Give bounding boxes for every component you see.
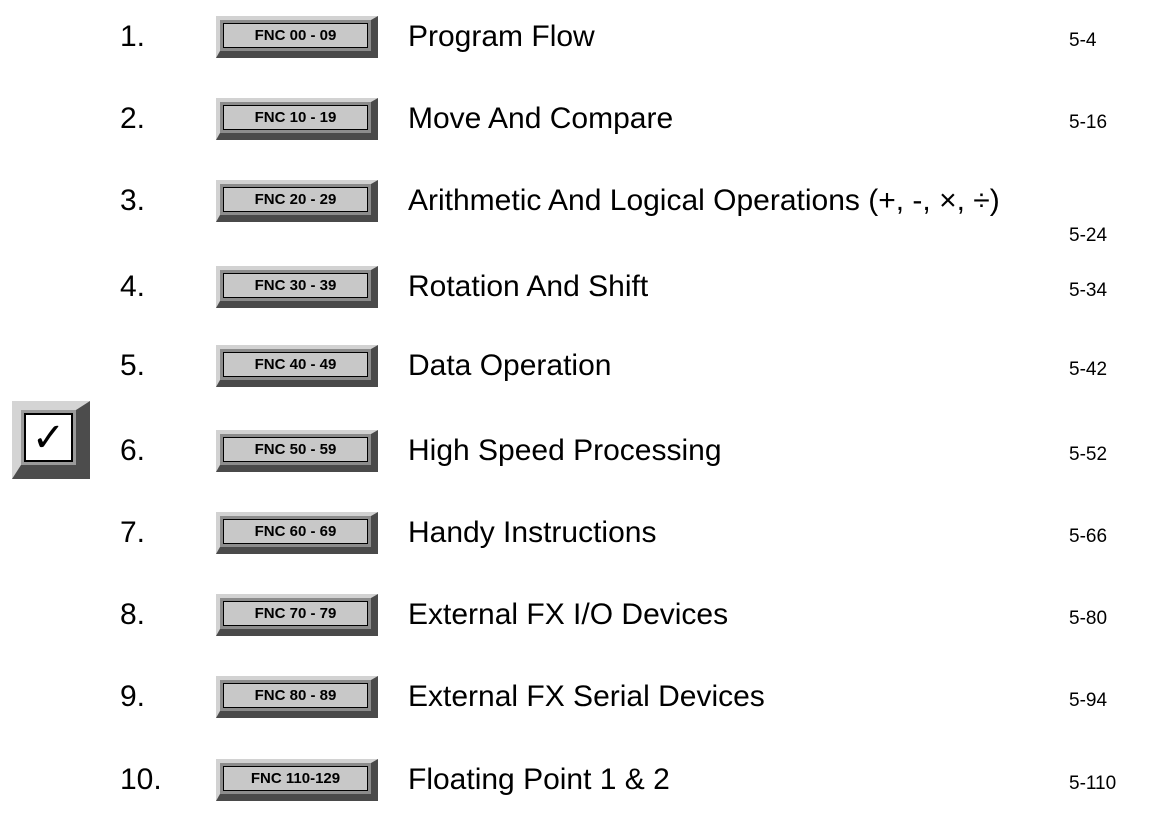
list-item: 1. FNC 00 - 09 Program Flow 5-4 — [0, 14, 1151, 74]
page-number: 5-52 — [1069, 444, 1108, 465]
list-item: 9. FNC 80 - 89 External FX Serial Device… — [0, 674, 1151, 734]
page-number: 5-16 — [1069, 112, 1108, 133]
fnc-range-label: FNC 00 - 09 — [223, 23, 368, 48]
list-item: 2. FNC 10 - 19 Move And Compare 5-16 — [0, 96, 1151, 156]
item-title[interactable]: Floating Point 1 & 2 — [408, 763, 670, 797]
fnc-range-label: FNC 30 - 39 — [223, 273, 368, 298]
fnc-range-button[interactable]: FNC 80 - 89 — [216, 676, 378, 718]
page-number: 5-110 — [1069, 773, 1117, 794]
fnc-range-label: FNC 60 - 69 — [223, 519, 368, 544]
item-title[interactable]: Program Flow — [408, 20, 595, 54]
item-title[interactable]: Arithmetic And Logical Operations (+, -,… — [408, 184, 1000, 218]
item-title[interactable]: Handy Instructions — [408, 516, 656, 550]
item-title[interactable]: Move And Compare — [408, 102, 673, 136]
fnc-range-button[interactable]: FNC 110-129 — [216, 759, 378, 801]
fnc-range-label: FNC 70 - 79 — [223, 601, 368, 626]
fnc-range-button[interactable]: FNC 70 - 79 — [216, 594, 378, 636]
list-item: 10. FNC 110-129 Floating Point 1 & 2 5-1… — [0, 757, 1151, 817]
fnc-range-label: FNC 10 - 19 — [223, 105, 368, 130]
item-title[interactable]: Data Operation — [408, 349, 611, 383]
page-number: 5-66 — [1069, 526, 1108, 547]
item-number: 7. — [120, 516, 146, 549]
fnc-range-button[interactable]: FNC 40 - 49 — [216, 345, 378, 387]
list-item: 6. FNC 50 - 59 High Speed Processing 5-5… — [0, 428, 1151, 488]
item-number: 4. — [120, 270, 146, 303]
fnc-range-button[interactable]: FNC 30 - 39 — [216, 266, 378, 308]
fnc-range-button[interactable]: FNC 20 - 29 — [216, 180, 378, 222]
page-number: 5-94 — [1069, 690, 1108, 711]
item-number: 1. — [120, 20, 146, 53]
fnc-range-label: FNC 80 - 89 — [223, 683, 368, 708]
item-number: 9. — [120, 680, 146, 713]
list-item: 7. FNC 60 - 69 Handy Instructions 5-66 — [0, 510, 1151, 570]
list-item: 4. FNC 30 - 39 Rotation And Shift 5-34 — [0, 264, 1151, 324]
item-number: 2. — [120, 102, 146, 135]
fnc-range-button[interactable]: FNC 10 - 19 — [216, 98, 378, 140]
list-item: 5. FNC 40 - 49 Data Operation 5-42 — [0, 343, 1151, 403]
item-number: 5. — [120, 349, 146, 382]
fnc-range-button[interactable]: FNC 50 - 59 — [216, 430, 378, 472]
page-number: 5-34 — [1069, 280, 1108, 301]
item-title[interactable]: External FX I/O Devices — [408, 598, 728, 632]
fnc-range-button[interactable]: FNC 60 - 69 — [216, 512, 378, 554]
list-item: 8. FNC 70 - 79 External FX I/O Devices 5… — [0, 592, 1151, 652]
item-title[interactable]: Rotation And Shift — [408, 270, 648, 304]
item-title[interactable]: External FX Serial Devices — [408, 680, 765, 714]
fnc-range-label: FNC 20 - 29 — [223, 187, 368, 212]
fnc-range-button[interactable]: FNC 00 - 09 — [216, 16, 378, 58]
list-item: 3. FNC 20 - 29 Arithmetic And Logical Op… — [0, 178, 1151, 246]
item-number: 10. — [120, 763, 162, 796]
fnc-range-label: FNC 50 - 59 — [223, 437, 368, 462]
fnc-range-label: FNC 40 - 49 — [223, 352, 368, 377]
page-number: 5-80 — [1069, 608, 1108, 629]
item-number: 6. — [120, 434, 146, 467]
item-number: 8. — [120, 598, 146, 631]
item-title[interactable]: High Speed Processing — [408, 434, 722, 468]
page-number: 5-4 — [1069, 30, 1097, 51]
fnc-range-label: FNC 110-129 — [223, 766, 368, 791]
item-number: 3. — [120, 184, 146, 217]
page-number: 5-42 — [1069, 359, 1108, 380]
page-number: 5-24 — [1069, 225, 1108, 246]
